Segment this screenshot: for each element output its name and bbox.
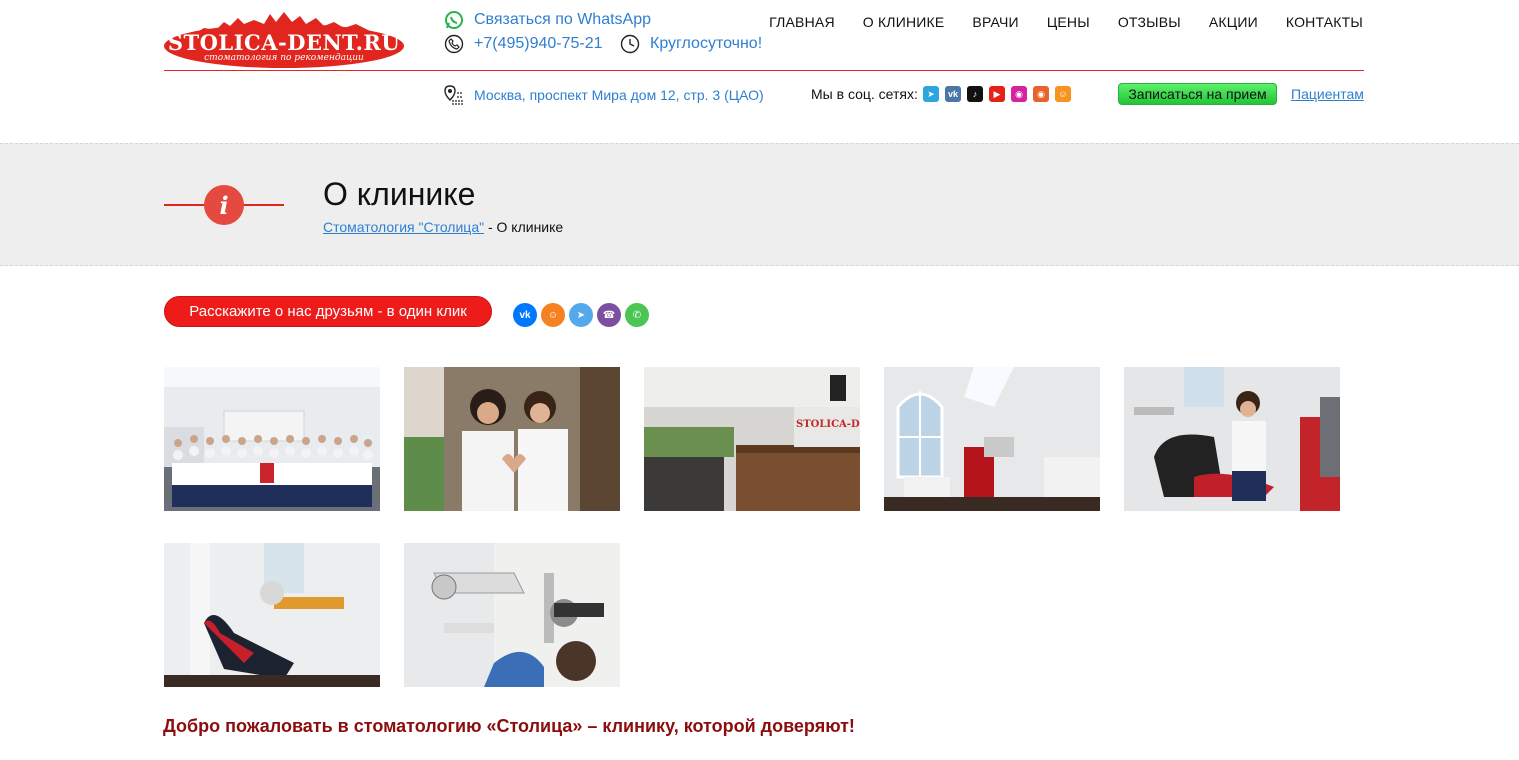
- header-divider: [164, 70, 1364, 71]
- nav-item-reviews[interactable]: ОТЗЫВЫ: [1118, 14, 1181, 30]
- whatsapp-link[interactable]: Связаться по WhatsApp: [444, 10, 651, 30]
- appointment-button[interactable]: Записаться на прием: [1118, 83, 1277, 105]
- logo-text: STOLICA-DENT.RU: [167, 30, 401, 55]
- odnoklassniki-icon[interactable]: ☺: [1055, 86, 1071, 102]
- viber-icon[interactable]: ☎: [597, 303, 621, 327]
- patients-link[interactable]: Пациентам: [1291, 86, 1364, 102]
- hours-label: Круглосуточно!: [650, 35, 763, 52]
- info-icon: i: [204, 185, 244, 225]
- gallery-photo-reception[interactable]: STOLICA-DENT.RU: [644, 367, 860, 511]
- address-link[interactable]: Москва, проспект Мира дом 12, стр. 3 (ЦА…: [444, 84, 764, 106]
- phone-number: +7(495)940-75-21: [474, 35, 603, 52]
- nav-item-home[interactable]: ГЛАВНАЯ: [769, 14, 835, 30]
- phone-icon: [444, 34, 464, 54]
- gallery-photo-doctors[interactable]: [404, 367, 620, 511]
- page-title: О клинике: [323, 176, 476, 212]
- share-button[interactable]: Расскажите о нас друзьям - в один клик: [164, 296, 492, 327]
- main-nav: ГЛАВНАЯ О КЛИНИКЕ ВРАЧИ ЦЕНЫ ОТЗЫВЫ АКЦИ…: [769, 14, 1363, 30]
- vk-icon[interactable]: vk: [945, 86, 961, 102]
- phone-link[interactable]: +7(495)940-75-21: [444, 34, 603, 54]
- whatsapp-icon[interactable]: ✆: [625, 303, 649, 327]
- whatsapp-label: Связаться по WhatsApp: [474, 11, 652, 28]
- tiktok-icon[interactable]: ♪: [967, 86, 983, 102]
- svg-text:STOLICA-DENT.RU: STOLICA-DENT.RU: [796, 419, 860, 430]
- address-label: Москва, проспект Мира дом 12, стр. 3 (ЦА…: [474, 87, 764, 103]
- telegram-icon[interactable]: ➤: [569, 303, 593, 327]
- site-logo[interactable]: STOLICA-DENT.RU стоматология по рекоменд…: [164, 8, 404, 68]
- youtube-icon[interactable]: ▶: [989, 86, 1005, 102]
- share-icons: vk ☺ ➤ ☎ ✆: [513, 303, 649, 327]
- welcome-heading: Добро пожаловать в стоматологию «Столица…: [163, 716, 855, 736]
- gallery-photo-doctor-chair[interactable]: [1124, 367, 1340, 511]
- odnoklassniki-icon[interactable]: ☺: [541, 303, 565, 327]
- social-label: Мы в соц. сетях:: [811, 86, 918, 102]
- telegram-icon[interactable]: ➤: [923, 86, 939, 102]
- gallery-photo-team[interactable]: [164, 367, 380, 511]
- instagram-icon[interactable]: ◉: [1011, 86, 1027, 102]
- clock-icon: [620, 34, 640, 54]
- logo-subtitle: стоматология по рекомендации: [204, 53, 364, 63]
- breadcrumb: Стоматология "Столица" - О клинике: [323, 219, 563, 235]
- photo-gallery: STOLICA-DENT.RU: [164, 367, 1364, 687]
- gallery-photo-office-window[interactable]: [884, 367, 1100, 511]
- working-hours: Круглосуточно!: [620, 34, 762, 54]
- vk-icon[interactable]: vk: [513, 303, 537, 327]
- instagram-icon[interactable]: ◉: [1033, 86, 1049, 102]
- breadcrumb-home-link[interactable]: Стоматология "Столица": [323, 219, 484, 235]
- whatsapp-icon: [445, 11, 463, 29]
- nav-item-doctors[interactable]: ВРАЧИ: [972, 14, 1018, 30]
- gallery-photo-dental-chair[interactable]: [164, 543, 380, 687]
- gallery-photo-equipment[interactable]: [404, 543, 620, 687]
- header-social-icons: ➤ vk ♪ ▶ ◉ ◉ ☺: [923, 86, 1071, 102]
- nav-item-contacts[interactable]: КОНТАКТЫ: [1286, 14, 1363, 30]
- map-pin-icon: [444, 85, 463, 105]
- nav-item-prices[interactable]: ЦЕНЫ: [1047, 14, 1090, 30]
- breadcrumb-current: - О клинике: [484, 219, 564, 235]
- nav-item-promotions[interactable]: АКЦИИ: [1209, 14, 1258, 30]
- nav-item-about[interactable]: О КЛИНИКЕ: [863, 14, 945, 30]
